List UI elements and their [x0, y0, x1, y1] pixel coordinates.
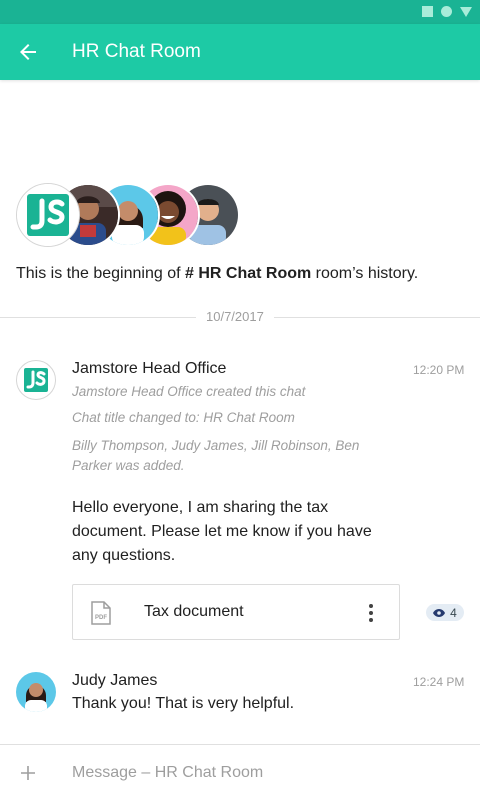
- seen-count: 4: [450, 605, 457, 620]
- history-suffix: room’s history.: [311, 265, 419, 282]
- more-options-button[interactable]: [359, 601, 383, 625]
- status-icons: [422, 6, 472, 17]
- pdf-type-label: PDF: [95, 615, 107, 621]
- app-bar: HR Chat Room: [0, 24, 480, 80]
- attachment-name: Tax document: [144, 603, 244, 620]
- date-divider: 10/7/2017: [196, 309, 274, 324]
- person-photo-icon: [16, 672, 56, 712]
- jamstore-logo-icon: [17, 184, 79, 246]
- message-text: Thank you! That is very helpful.: [72, 695, 295, 712]
- avatar-jamstore[interactable]: [16, 183, 80, 247]
- system-message: Chat title changed to: HR Chat Room: [72, 410, 295, 425]
- message-time: 12:24 PM: [413, 675, 465, 689]
- history-prefix: This is the beginning of: [16, 265, 185, 282]
- message-text: Hello everyone, I am sharing the tax: [72, 499, 329, 516]
- system-message: Parker was added.: [72, 458, 185, 473]
- system-message: Jamstore Head Office created this chat: [72, 384, 306, 399]
- circle-status-icon: [441, 6, 452, 17]
- back-arrow-icon: [20, 44, 36, 60]
- back-button[interactable]: [0, 24, 56, 80]
- pdf-file-icon: PDF: [91, 601, 111, 625]
- plus-icon[interactable]: [16, 761, 40, 785]
- page-title: HR Chat Room: [72, 41, 201, 62]
- triangle-status-icon: [460, 6, 472, 17]
- room-history-intro: This is the beginning of # HR Chat Room …: [16, 265, 418, 283]
- seen-count-badge[interactable]: 4: [426, 604, 464, 621]
- message-text: document. Please let me know if you have: [72, 523, 372, 540]
- message-time: 12:20 PM: [413, 363, 465, 377]
- more-vert-icon: [369, 604, 373, 608]
- sender-name: Judy James: [72, 672, 158, 689]
- sender-name: Jamstore Head Office: [72, 360, 227, 377]
- avatar-judy-james[interactable]: [16, 672, 56, 712]
- system-message: Billy Thompson, Judy James, Jill Robinso…: [72, 438, 360, 453]
- participant-avatars: [16, 183, 256, 247]
- more-vert-dot: [369, 611, 373, 615]
- more-vert-dot: [369, 618, 373, 622]
- message-input[interactable]: [72, 759, 392, 787]
- attachment-card[interactable]: PDF Tax document: [72, 584, 400, 640]
- jamstore-logo-icon: [24, 368, 48, 392]
- message-text: any questions.: [72, 547, 176, 564]
- eye-icon: [433, 608, 446, 617]
- square-status-icon: [422, 6, 433, 17]
- avatar-jamstore-small[interactable]: [16, 360, 56, 400]
- room-name: # HR Chat Room: [185, 265, 312, 282]
- message-composer: [0, 744, 480, 800]
- status-bar: [0, 0, 480, 24]
